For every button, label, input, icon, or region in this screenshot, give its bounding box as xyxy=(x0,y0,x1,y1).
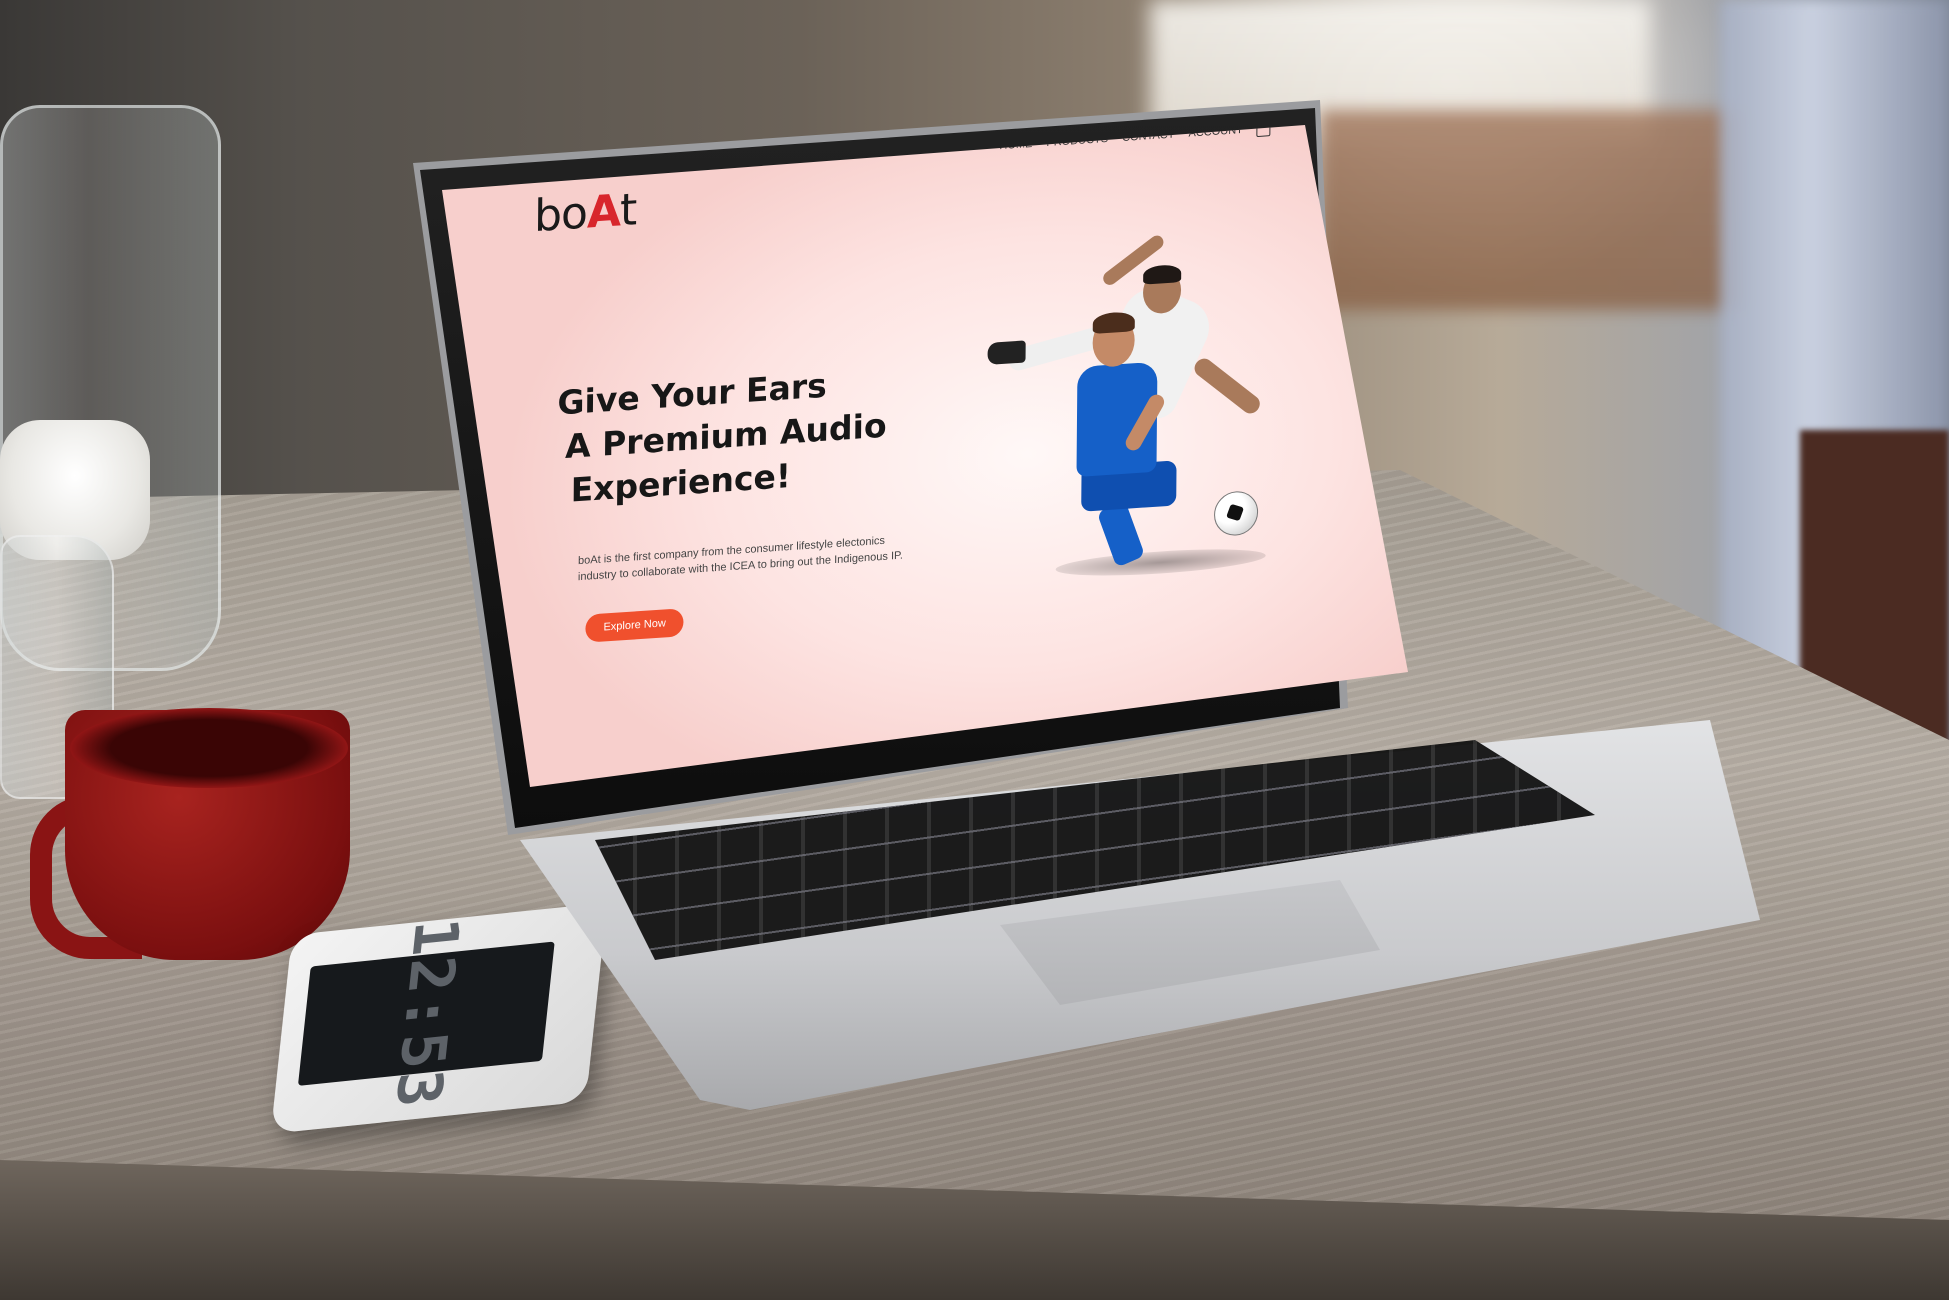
player-white-hair xyxy=(1143,264,1182,285)
player-white-leg-2 xyxy=(1190,355,1264,418)
player-blue-hair xyxy=(1092,311,1135,334)
soccer-ball-icon xyxy=(1213,489,1259,537)
logo-accent: A xyxy=(586,185,621,239)
hero-headline: Give Your Ears A Premium Audio Experienc… xyxy=(556,360,887,514)
mug-rim xyxy=(70,708,348,788)
smartphone: 12:53 xyxy=(270,902,608,1134)
logo-suffix: t xyxy=(619,184,637,237)
window-frame xyxy=(1320,110,1740,310)
player-white-boot xyxy=(987,340,1026,365)
logo-prefix: bo xyxy=(533,187,588,243)
phone-screen: 12:53 xyxy=(297,915,555,1112)
explore-now-button[interactable]: Explore Now xyxy=(585,608,684,643)
hero-description: boAt is the first company from the consu… xyxy=(577,534,904,584)
phone-clock: 12:53 xyxy=(380,915,473,1113)
footballers-illustration xyxy=(986,232,1319,593)
brand-logo[interactable]: boAt xyxy=(534,184,637,242)
ground-shadow xyxy=(1055,544,1266,581)
